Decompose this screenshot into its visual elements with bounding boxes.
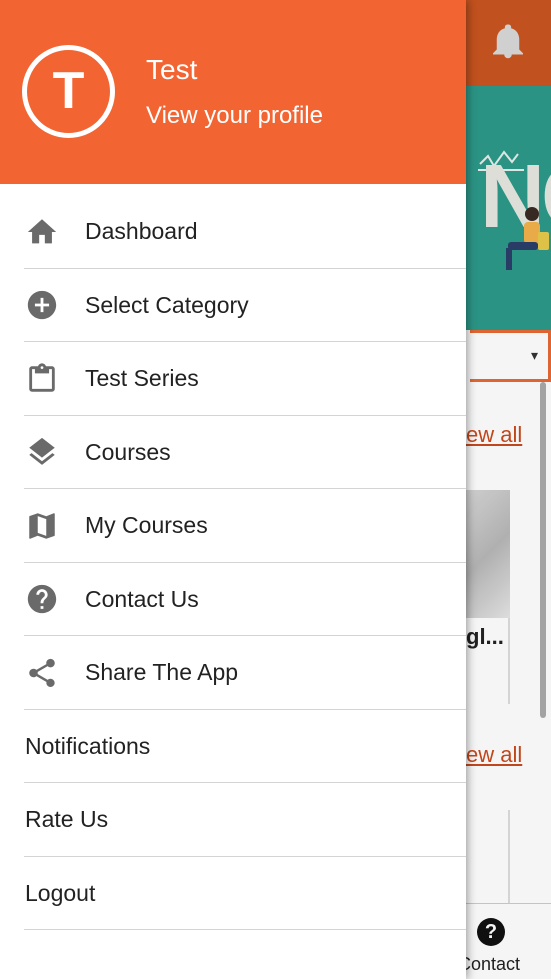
menu-item-label: Logout xyxy=(25,879,96,906)
menu-item-contact-us[interactable]: Contact Us xyxy=(0,563,466,636)
menu-item-my-courses[interactable]: My Courses xyxy=(0,489,466,563)
help-circle-icon xyxy=(25,582,59,616)
clipboard-icon xyxy=(25,362,59,396)
menu-item-label: Test Series xyxy=(85,365,199,392)
home-icon xyxy=(25,215,59,249)
map-icon xyxy=(25,509,59,543)
menu-item-label: Notifications xyxy=(25,732,151,759)
menu-item-label: Rate Us xyxy=(25,806,109,833)
navigation-drawer: T Test View your profile Dashboard Selec… xyxy=(0,0,466,979)
user-name: Test xyxy=(146,54,198,85)
view-profile-link[interactable]: View your profile xyxy=(146,102,323,130)
layers-icon xyxy=(25,435,59,469)
menu-item-select-category[interactable]: Select Category xyxy=(0,269,466,342)
menu-item-notifications[interactable]: Notifications xyxy=(0,710,466,783)
menu-item-courses[interactable]: Courses xyxy=(0,416,466,489)
menu-item-label: Courses xyxy=(85,438,171,465)
avatar[interactable]: T xyxy=(22,45,115,138)
menu-item-test-series[interactable]: Test Series xyxy=(0,342,466,416)
menu-item-label: Share The App xyxy=(85,659,239,686)
menu-item-logout[interactable]: Logout xyxy=(0,857,466,930)
menu-item-label: My Courses xyxy=(85,512,208,539)
drawer-menu: Dashboard Select Category Test Series Co… xyxy=(0,195,466,930)
plus-circle-icon xyxy=(25,288,59,322)
menu-item-dashboard[interactable]: Dashboard xyxy=(0,195,466,269)
menu-item-label: Contact Us xyxy=(85,585,199,612)
share-icon xyxy=(25,656,59,690)
menu-item-label: Select Category xyxy=(85,291,249,318)
drawer-profile-header[interactable]: T Test View your profile xyxy=(0,0,466,184)
menu-item-share-app[interactable]: Share The App xyxy=(0,636,466,710)
menu-item-rate-us[interactable]: Rate Us xyxy=(0,783,466,857)
divider xyxy=(24,929,466,930)
menu-item-label: Dashboard xyxy=(85,218,198,245)
